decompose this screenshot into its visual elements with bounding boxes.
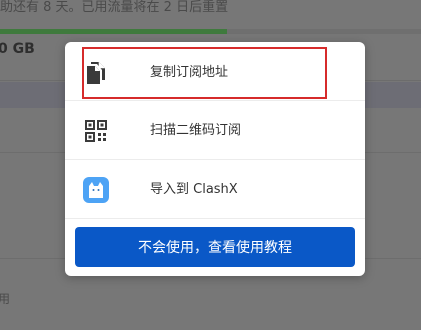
divider [65, 159, 365, 160]
copy-icon [83, 60, 109, 86]
subscription-expiry-text: 助还有 8 天。已用流量将在 2 日后重置 [0, 0, 229, 15]
import-clashx-option[interactable]: 导入到 ClashX [65, 161, 365, 219]
scan-qr-option[interactable]: 扫描二维码订阅 [65, 102, 365, 160]
scan-qr-label: 扫描二维码订阅 [150, 123, 242, 138]
divider [65, 100, 365, 101]
copy-subscription-option[interactable]: 复制订阅地址 [65, 44, 365, 102]
traffic-progress-bar [0, 29, 421, 34]
copy-subscription-label: 复制订阅地址 [150, 65, 229, 80]
qr-code-icon [83, 118, 109, 144]
view-tutorial-button[interactable]: 不会使用，查看使用教程 [75, 227, 355, 267]
traffic-progress-fill [0, 29, 228, 34]
clashx-cat-icon [83, 177, 109, 203]
divider [65, 218, 365, 219]
traffic-size-text: 0 GB [0, 41, 35, 57]
subscription-modal: 复制订阅地址 扫描二维码订阅 导入到 ClashX 不会使用，查看使用教程 [65, 42, 365, 276]
background-bottom-text: 用 [0, 292, 11, 306]
import-clashx-label: 导入到 ClashX [150, 182, 238, 197]
